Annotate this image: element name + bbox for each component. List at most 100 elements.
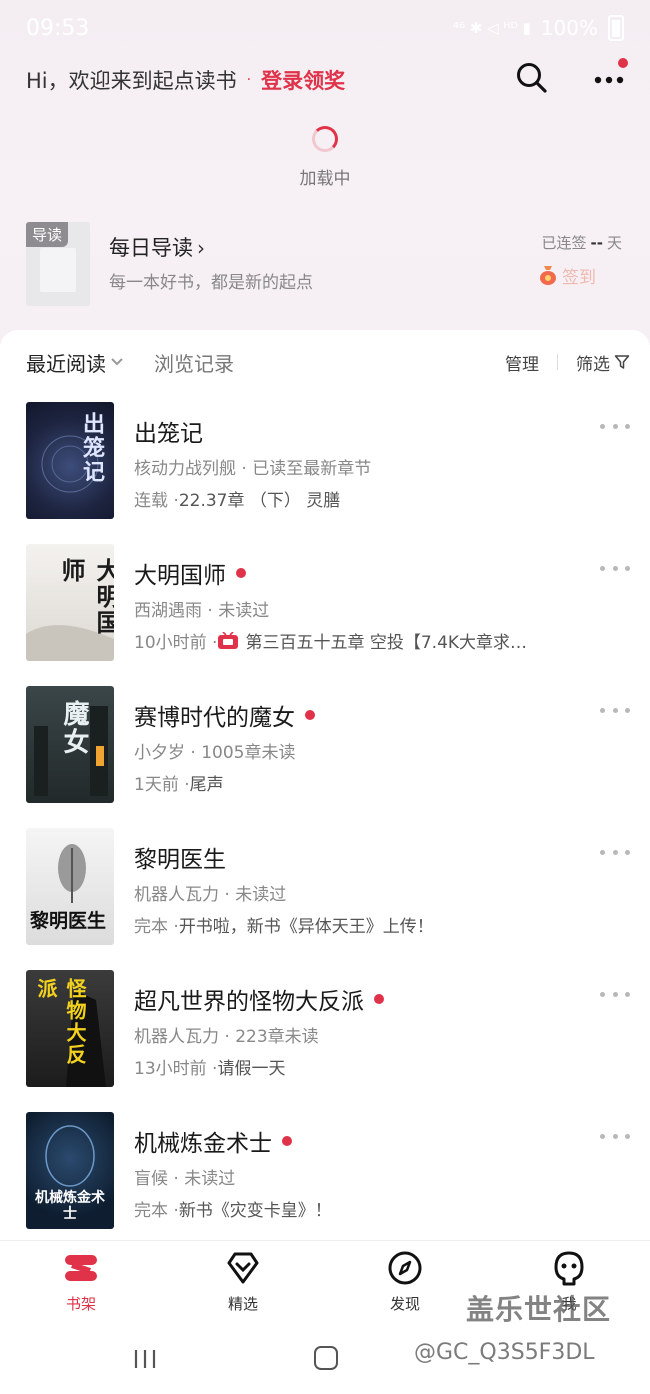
filter-button[interactable]: 筛选 [576,350,610,375]
book-item[interactable]: 魔女 赛博时代的魔女 小夕岁 · 1005章未读 1天前 · 尾声 [26,686,630,804]
tab-recent-reading[interactable]: 最近阅读 [26,348,124,377]
book-cover[interactable]: 大明国师 [26,544,114,661]
cover-title: 机械炼金术士 [35,1190,105,1222]
nav-featured-label: 精选 [227,1295,258,1313]
update-chapter: 开书啦，新书《异体天王》上传！ [178,917,434,937]
filter-icon[interactable] [614,354,630,370]
cover-title: 魔女 [59,700,89,756]
book-title-text: 大明国师 [134,563,226,589]
unread-dot [236,568,246,578]
book-author-progress: 核动力战列舰 · 已读至最新章节 [134,459,372,479]
update-chapter: 请假一天 [217,1059,286,1079]
book-latest-update: 13小时前 · 请假一天 [134,1054,624,1079]
battery-icon [608,15,624,41]
streak-suffix: 天 [606,234,622,252]
cover-title: 大明国师 [57,558,114,636]
book-title: 机械炼金术士 [134,1124,292,1158]
loading-spinner-icon [312,126,338,152]
profile-icon [554,1251,584,1286]
book-title-text: 黎明医生 [134,847,226,873]
book-item[interactable]: 出笼记 出笼记 核动力战列舰 · 已读至最新章节 连载 · 22.37章 （下）… [26,402,630,520]
book-title: 超凡世界的怪物大反派 [134,982,384,1016]
community-watermark: 盖乐世社区 [466,1293,612,1326]
daily-guide-banner[interactable]: 导读 每日导读 › 每一本好书，都是新的起点 已连签 -- 天 签到 [26,218,626,310]
top-header: Hi，欢迎来到起点读书 · 登录领奖 [26,58,630,100]
book-author-progress: 机器人瓦力 · 223章未读 [134,1027,319,1047]
book-title: 出笼记 [134,414,203,448]
book-author-progress: 盲候 · 未读过 [134,1169,236,1189]
book-cover[interactable]: 出笼记 [26,402,114,519]
daily-guide-tag: 导读 [26,222,69,247]
nav-bookshelf[interactable]: 书架 [41,1249,121,1314]
book-item[interactable]: 机械炼金术士 机械炼金术士 盲候 · 未读过 完本 · 新书《灾变卡皇》！ [26,1112,630,1230]
book-title-text: 机械炼金术士 [134,1131,272,1157]
cover-title: 出笼记 [79,412,105,484]
book-item[interactable]: 怪物大反派 超凡世界的怪物大反派 机器人瓦力 · 223章未读 13小时前 · … [26,970,630,1088]
book-author-progress: 机器人瓦力 · 未读过 [134,885,287,905]
book-latest-update: 10小时前 · 第三百五十五章 空投【7.4K大章求… [134,628,624,653]
update-time: 完本 · [134,917,179,937]
checkin-streak: 已连签 -- 天 [542,232,622,253]
book-title: 大明国师 [134,556,246,590]
book-title-text: 赛博时代的魔女 [134,705,295,731]
book-title-text: 超凡世界的怪物大反派 [134,989,364,1015]
book-latest-update: 完本 · 新书《灾变卡皇》！ [134,1196,624,1221]
compass-icon [388,1251,422,1285]
status-icons: ⁴⁶ ✱ ◁ ᴴᴰ ▮ [452,19,531,37]
book-cover[interactable]: 怪物大反派 [26,970,114,1087]
search-icon[interactable] [514,60,550,96]
book-more-icon[interactable] [600,1134,630,1144]
book-item[interactable]: 黎明医生 黎明医生 机器人瓦力 · 未读过 完本 · 开书啦，新书《异体天王》上… [26,828,630,946]
book-author-progress: 小夕岁 · 1005章未读 [134,743,296,763]
book-title: 赛博时代的魔女 [134,698,315,732]
update-time: 完本 · [134,1201,179,1221]
book-latest-update: 连载 · 22.37章 （下） 灵膳 [134,486,624,511]
book-cover[interactable]: 黎明医生 [26,828,114,945]
tv-icon [218,631,239,649]
home-button-icon[interactable] [314,1346,338,1370]
book-title-text: 出笼记 [134,421,203,447]
update-chapter: 第三百五十五章 空投【7.4K大章求… [245,633,528,653]
book-cover[interactable]: 机械炼金术士 [26,1112,114,1229]
nav-discover-label: 发现 [389,1295,420,1313]
book-title: 黎明医生 [134,840,226,874]
loading-indicator: 加载中 [0,126,650,189]
book-item[interactable]: 大明国师 大明国师 西湖遇雨 · 未读过 10小时前 · 第三百五十五章 空投【… [26,544,630,662]
nav-bookshelf-label: 书架 [65,1295,96,1313]
loading-text: 加载中 [299,169,351,189]
book-latest-update: 1天前 · 尾声 [134,770,624,795]
notification-dot [618,58,628,68]
book-more-icon[interactable] [600,850,630,860]
update-chapter: 尾声 [189,775,224,795]
nav-featured[interactable]: 精选 [203,1249,283,1314]
unread-dot [282,1136,292,1146]
book-latest-update: 完本 · 开书啦，新书《异体天王》上传！ [134,912,624,937]
tool-divider [557,354,558,370]
nav-discover[interactable]: 发现 [365,1249,445,1314]
book-more-icon[interactable] [600,566,630,576]
login-reward-link[interactable]: 登录领奖 [261,65,345,95]
bookshelf-icon [65,1255,97,1281]
diamond-icon [227,1252,259,1284]
status-bar: 09:53 ⁴⁶ ✱ ◁ ᴴᴰ ▮ 100% [0,0,650,56]
book-more-icon[interactable] [600,708,630,718]
tab-browse-history[interactable]: 浏览记录 [154,348,234,377]
streak-value: -- [590,234,603,252]
chevron-right-icon: › [197,236,205,260]
streak-prefix: 已连签 [541,234,587,252]
checkin-button[interactable]: 签到 [538,260,606,290]
update-time: 13小时前 · [134,1059,218,1079]
daily-guide-subtitle: 每一本好书，都是新的起点 [109,273,313,293]
status-indicators: ⁴⁶ ✱ ◁ ᴴᴰ ▮ 100% [453,15,624,41]
checkin-label: 签到 [562,267,596,288]
book-cover[interactable]: 魔女 [26,686,114,803]
book-more-icon[interactable] [600,992,630,1002]
recent-apps-icon[interactable] [132,1348,158,1370]
more-menu-button[interactable] [590,58,630,96]
manage-button[interactable]: 管理 [505,350,539,375]
book-more-icon[interactable] [600,424,630,434]
daily-guide-title[interactable]: 每日导读 › [109,232,205,262]
greeting-text: Hi，欢迎来到起点读书 [26,69,237,93]
update-chapter: 22.37章 （下） 灵膳 [178,491,341,511]
book-placeholder-icon [40,248,76,292]
